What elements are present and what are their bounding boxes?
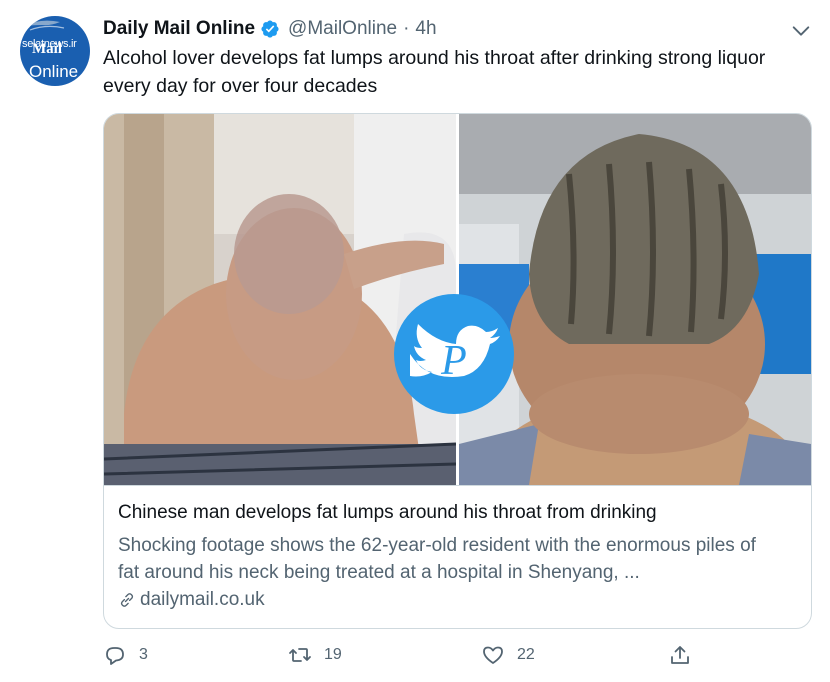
verified-badge-icon — [261, 20, 279, 38]
reply-button[interactable]: 3 — [103, 640, 148, 670]
tweet-text: Alcohol lover develops fat lumps around … — [103, 47, 766, 97]
reply-count: 3 — [139, 646, 148, 663]
link-card[interactable]: P Chinese man develops fat lumps around … — [103, 113, 812, 629]
retweet-button[interactable]: 19 — [288, 640, 342, 670]
like-button[interactable]: 22 — [481, 640, 535, 670]
avatar-brand-online: Online — [29, 62, 79, 81]
card-domain-text: dailymail.co.uk — [140, 589, 265, 610]
retweet-icon — [289, 648, 311, 662]
retweet-count: 19 — [324, 646, 342, 663]
card-description: Shocking footage shows the 62-year-old r… — [118, 535, 756, 583]
watermark-letter: P — [440, 338, 467, 384]
link-icon — [120, 593, 134, 607]
card-title: Chinese man develops fat lumps around hi… — [118, 502, 657, 523]
header-separator: · — [403, 18, 410, 39]
like-count: 22 — [517, 646, 535, 663]
avatar[interactable]: Mail selatnews.ir Online — [20, 16, 90, 86]
tweet-header: Daily Mail Online @MailOnline · 4h — [103, 15, 783, 43]
watermark-twitter-p-icon: P — [394, 294, 514, 414]
tweet-actions: 3 19 22 — [103, 640, 703, 670]
share-button[interactable] — [668, 640, 704, 670]
watermark-text: selatnews.ir — [22, 38, 77, 50]
like-icon — [483, 646, 503, 664]
tweet-time[interactable]: 4h — [415, 18, 436, 40]
tweet[interactable]: Mail selatnews.ir Online Daily Mail Onli… — [0, 0, 830, 682]
card-domain[interactable]: dailymail.co.uk — [118, 589, 265, 611]
author-name[interactable]: Daily Mail Online — [103, 18, 255, 40]
chevron-down-icon[interactable] — [790, 20, 812, 42]
author-handle[interactable]: @MailOnline — [288, 18, 397, 40]
card-body[interactable]: Chinese man develops fat lumps around hi… — [104, 485, 811, 628]
reply-icon — [106, 647, 124, 665]
share-icon — [671, 646, 689, 664]
card-media[interactable]: P — [104, 114, 811, 485]
